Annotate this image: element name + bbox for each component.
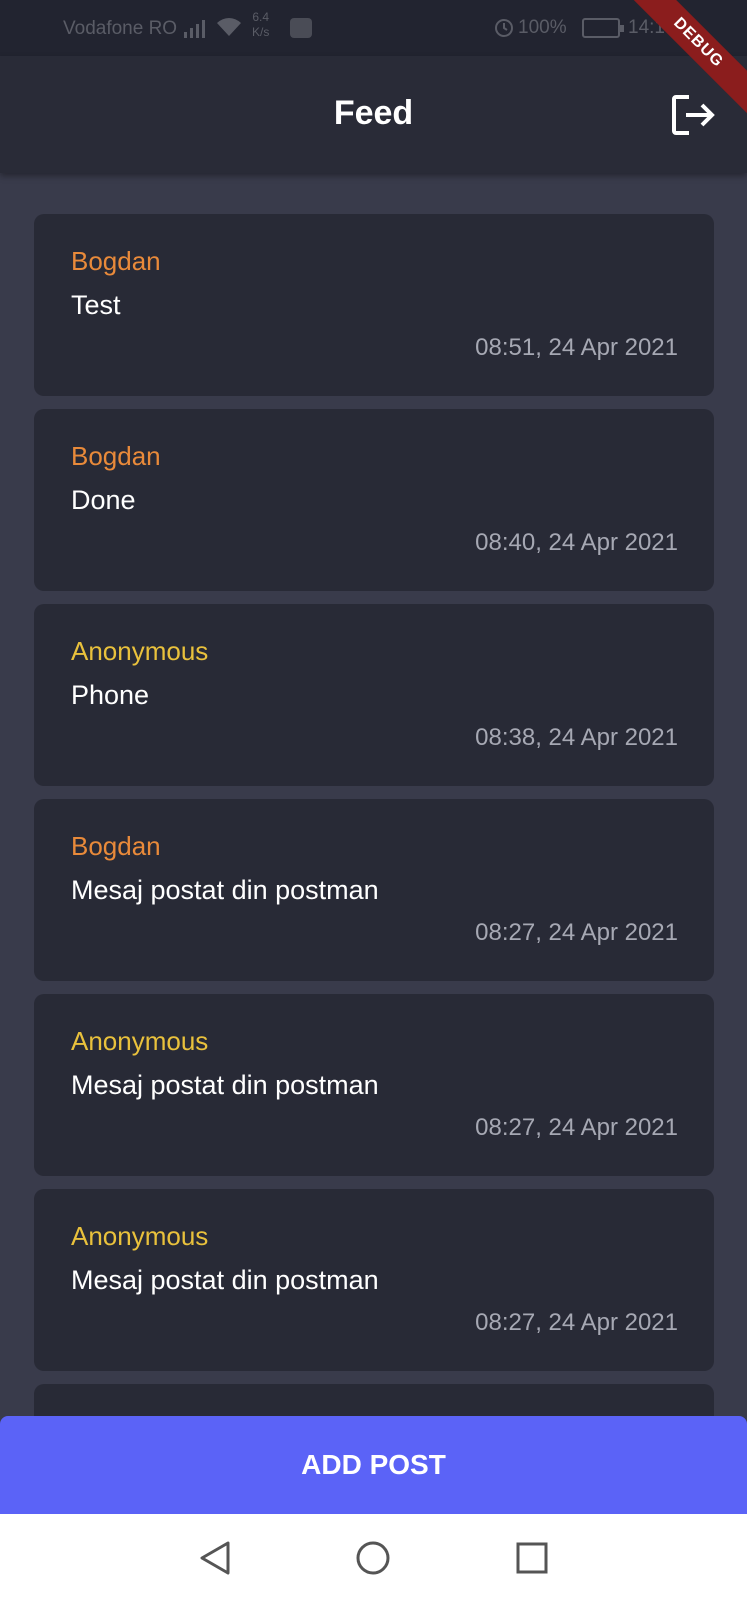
carrier-name: Vodafone RO <box>63 18 178 39</box>
app-bar: Feed <box>0 56 747 173</box>
post-timestamp: 08:27, 24 Apr 2021 <box>475 1114 678 1141</box>
post-timestamp: 08:38, 24 Apr 2021 <box>475 724 678 751</box>
page-title: Feed <box>333 94 414 132</box>
post-message: Mesaj postat din postman <box>71 1265 379 1295</box>
battery-icon <box>582 18 624 38</box>
signal-icon <box>184 16 205 38</box>
post-author: Anonymous <box>71 1026 209 1056</box>
post-author: Bogdan <box>71 441 161 471</box>
wifi-icon <box>217 18 241 36</box>
post-card[interactable]: Bogdan Mesaj postat din postman 08:27, 2… <box>34 799 714 981</box>
post-timestamp: 08:51, 24 Apr 2021 <box>475 334 678 361</box>
post-message: Mesaj postat din postman <box>71 875 379 905</box>
post-card[interactable]: Anonymous Mesaj postat din postman 08:27… <box>34 1189 714 1371</box>
post-author: Anonymous <box>71 1221 209 1251</box>
post-author: Bogdan <box>71 246 161 276</box>
post-message: Done <box>71 485 136 515</box>
post-card[interactable]: Anonymous Mesaj postat din postman 08:27… <box>34 994 714 1176</box>
nfc-icon <box>290 18 312 38</box>
system-nav-bar <box>0 1514 747 1600</box>
post-timestamp: 08:27, 24 Apr 2021 <box>475 1309 678 1336</box>
alarm-icon <box>495 19 513 37</box>
battery-percent: 100% <box>518 17 567 38</box>
post-timestamp: 08:27, 24 Apr 2021 <box>475 919 678 946</box>
status-bar: Vodafone RO 6.4 K/s 100% 14:1 <box>0 0 747 56</box>
post-card[interactable]: Bogdan Done 08:40, 24 Apr 2021 <box>34 409 714 591</box>
logout-icon[interactable] <box>671 94 717 136</box>
network-speed-unit: K/s <box>252 25 270 39</box>
post-message: Test <box>71 290 121 320</box>
recents-square-icon[interactable] <box>512 1538 552 1578</box>
network-speed-value: 6.4 <box>252 10 270 24</box>
post-message: Mesaj postat din postman <box>71 1070 379 1100</box>
post-author: Bogdan <box>71 831 161 861</box>
home-circle-icon[interactable] <box>353 1538 393 1578</box>
post-timestamp: 08:40, 24 Apr 2021 <box>475 529 678 556</box>
post-message: Phone <box>71 680 150 710</box>
network-speed: 6.4 K/s <box>252 10 269 40</box>
post-author: Anonymous <box>71 636 209 666</box>
post-card[interactable]: Bogdan Test 08:51, 24 Apr 2021 <box>34 214 714 396</box>
back-triangle-icon[interactable] <box>195 1538 235 1578</box>
post-card[interactable]: Anonymous Phone 08:38, 24 Apr 2021 <box>34 604 714 786</box>
add-post-button[interactable]: ADD POST <box>0 1416 747 1514</box>
feed-list[interactable]: Bogdan Test 08:51, 24 Apr 2021 Bogdan Do… <box>34 214 714 1579</box>
